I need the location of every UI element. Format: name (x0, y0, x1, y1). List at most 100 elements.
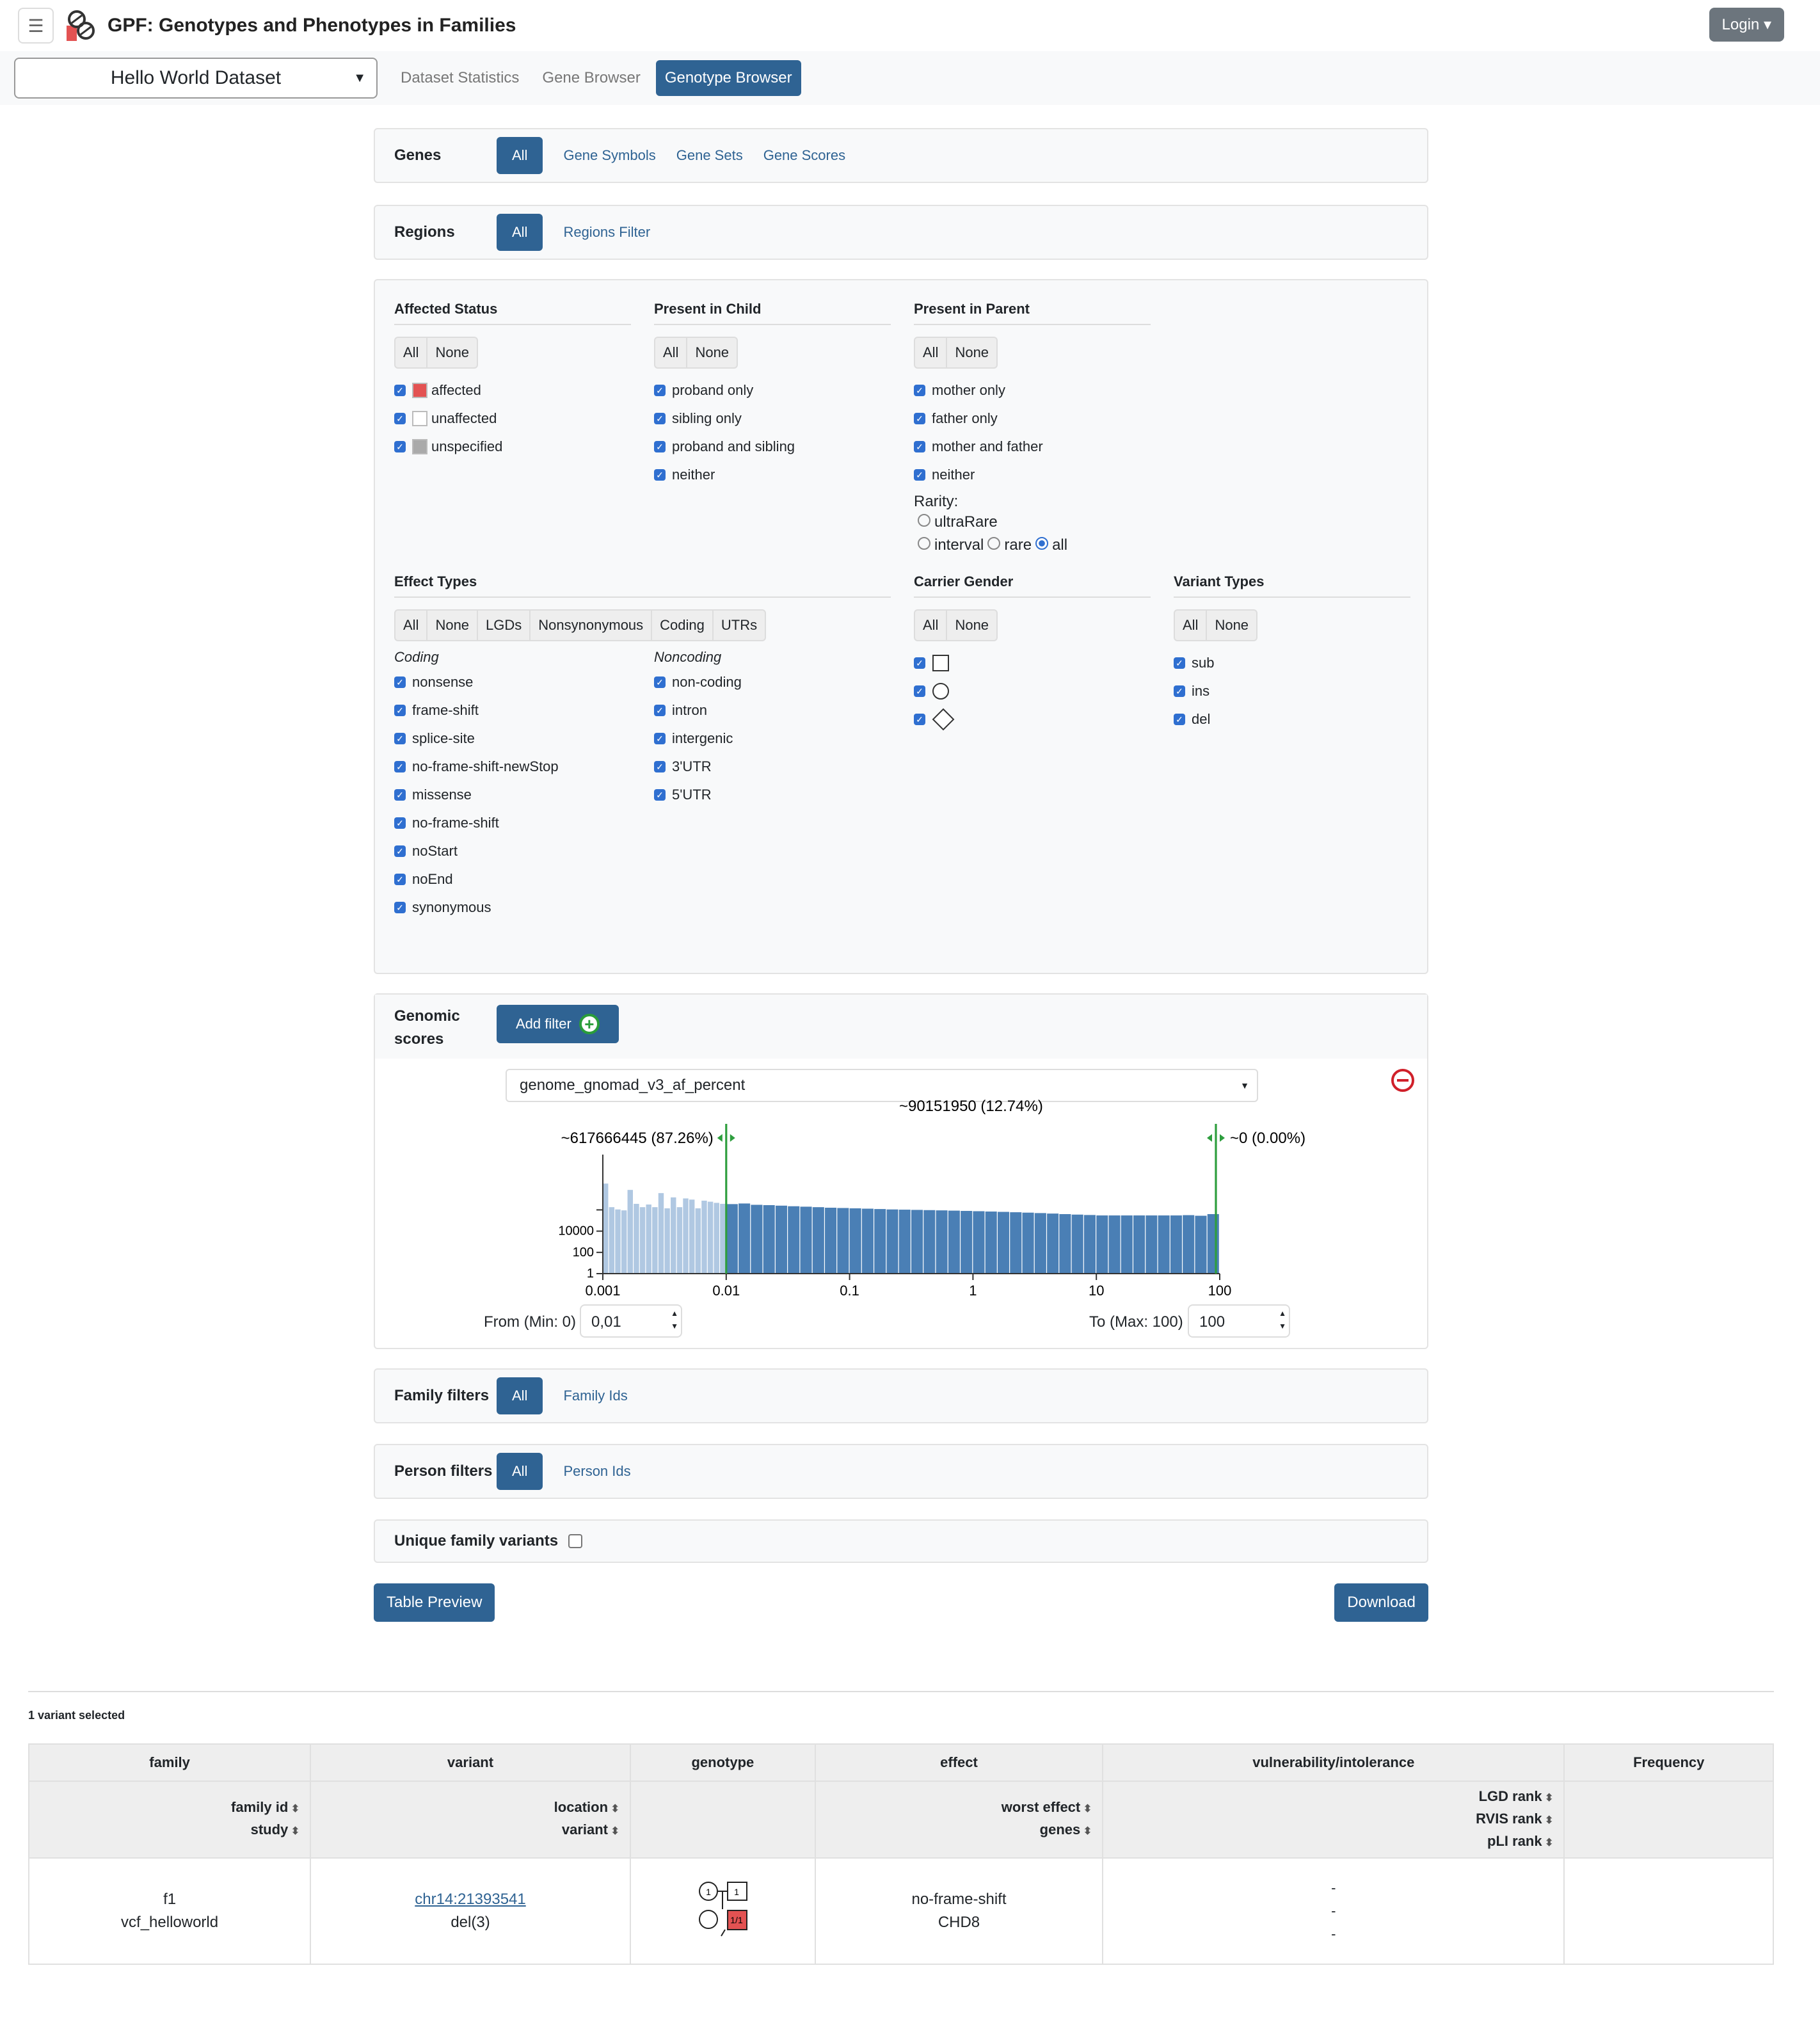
checkbox-checked-icon[interactable]: ✓ (394, 705, 406, 716)
to-input[interactable]: 100 ▲ ▼ (1188, 1304, 1290, 1338)
checkbox-item[interactable]: ✓ del (1174, 705, 1410, 733)
tab-genotype-browser[interactable]: Genotype Browser (655, 60, 801, 96)
checkbox-item[interactable]: ✓ splice-site (394, 724, 654, 753)
checkbox-checked-icon[interactable]: ✓ (394, 789, 406, 801)
handle-right-arrow-icon[interactable] (1220, 1134, 1225, 1142)
checkbox-checked-icon[interactable]: ✓ (1174, 714, 1185, 725)
sort-column[interactable]: genes ⬍ (817, 1820, 1092, 1842)
tab-gene-sets[interactable]: Gene Sets (676, 147, 743, 164)
checkbox-item[interactable]: ✓ noEnd (394, 865, 654, 893)
score-histogram[interactable]: 0.001 0.01 0.1 1 10 100 1 100 10000 ~617666445 (8… (541, 1098, 1305, 1299)
gender-male[interactable]: ✓ (914, 649, 1151, 677)
checkbox-item[interactable]: ✓ synonymous (394, 893, 654, 922)
tab-person-ids[interactable]: Person Ids (563, 1463, 630, 1480)
tab-gene-browser[interactable]: Gene Browser (542, 69, 640, 87)
sort-column[interactable]: variant ⬍ (312, 1820, 619, 1842)
checkbox-item[interactable]: ✓ unaffected (394, 404, 631, 433)
sort-column[interactable]: LGD rank ⬍ (1105, 1786, 1554, 1809)
gender-unspecified[interactable]: ✓ (914, 705, 1151, 733)
checkbox-checked-icon[interactable]: ✓ (394, 413, 406, 424)
checkbox-checked-icon[interactable]: ✓ (914, 413, 925, 424)
checkbox-item[interactable]: ✓ proband only (654, 376, 891, 404)
checkbox-checked-icon[interactable]: ✓ (654, 385, 666, 396)
all-button[interactable]: All (395, 338, 428, 367)
sort-column[interactable]: study ⬍ (31, 1820, 300, 1842)
table-preview-button[interactable]: Table Preview (374, 1583, 495, 1622)
effect-preset-button[interactable]: All (395, 611, 428, 640)
checkbox-item[interactable]: ✓ unspecified (394, 433, 631, 461)
none-button[interactable]: None (947, 338, 996, 367)
location-link[interactable]: chr14:21393541 (415, 1891, 525, 1908)
checkbox-checked-icon[interactable]: ✓ (654, 761, 666, 772)
all-button[interactable]: All (915, 338, 948, 367)
gender-female[interactable]: ✓ (914, 677, 1151, 705)
remove-filter-icon[interactable] (1391, 1069, 1414, 1092)
unique-checkbox[interactable] (568, 1534, 583, 1548)
checkbox-checked-icon[interactable]: ✓ (1174, 685, 1185, 697)
checkbox-checked-icon[interactable]: ✓ (394, 733, 406, 744)
checkbox-checked-icon[interactable]: ✓ (654, 789, 666, 801)
checkbox-checked-icon[interactable]: ✓ (654, 413, 666, 424)
checkbox-item[interactable]: ✓ frame-shift (394, 696, 654, 724)
score-select[interactable]: genome_gnomad_v3_af_percent ▼ (506, 1069, 1258, 1102)
all-button[interactable]: All (915, 611, 948, 640)
checkbox-checked-icon[interactable]: ✓ (654, 441, 666, 452)
none-button[interactable]: None (1207, 611, 1256, 640)
genes-all-tab[interactable]: All (497, 137, 543, 174)
download-button[interactable]: Download (1334, 1583, 1428, 1622)
checkbox-checked-icon[interactable]: ✓ (394, 441, 406, 452)
sort-column[interactable]: RVIS rank ⬍ (1105, 1809, 1553, 1831)
checkbox-checked-icon[interactable]: ✓ (914, 385, 925, 396)
checkbox-item[interactable]: ✓ ins (1174, 677, 1410, 705)
none-button[interactable]: None (427, 338, 477, 367)
checkbox-item[interactable]: ✓ no-frame-shift (394, 809, 654, 837)
stepper-icon[interactable]: ▲ ▼ (671, 1307, 678, 1333)
checkbox-checked-icon[interactable]: ✓ (914, 469, 925, 481)
sort-column[interactable]: pLI rank ⬍ (1105, 1831, 1553, 1853)
person-all-tab[interactable]: All (497, 1453, 543, 1490)
checkbox-checked-icon[interactable]: ✓ (394, 761, 406, 772)
checkbox-item[interactable]: ✓ intron (654, 696, 742, 724)
checkbox-item[interactable]: ✓ missense (394, 781, 654, 809)
tab-gene-scores[interactable]: Gene Scores (763, 147, 845, 164)
checkbox-checked-icon[interactable]: ✓ (914, 441, 925, 452)
checkbox-checked-icon[interactable]: ✓ (654, 705, 666, 716)
radio-all[interactable] (1035, 537, 1049, 550)
effect-preset-button[interactable]: LGDs (478, 611, 531, 640)
checkbox-item[interactable]: ✓ proband and sibling (654, 433, 891, 461)
checkbox-item[interactable]: ✓ 5'UTR (654, 781, 742, 809)
effect-preset-button[interactable]: UTRs (714, 611, 765, 640)
checkbox-item[interactable]: ✓ mother and father (914, 433, 1151, 461)
checkbox-item[interactable]: ✓ nonsense (394, 668, 654, 696)
from-input[interactable]: 0,01 ▲ ▼ (580, 1304, 682, 1338)
checkbox-checked-icon[interactable]: ✓ (394, 902, 406, 913)
sort-column[interactable]: worst effect ⬍ (817, 1797, 1092, 1820)
login-button[interactable]: Login ▾ (1709, 8, 1784, 42)
checkbox-item[interactable]: ✓ affected (394, 376, 631, 404)
checkbox-item[interactable]: ✓ sibling only (654, 404, 891, 433)
dataset-select[interactable]: Hello World Dataset ▼ (14, 58, 378, 99)
tab-gene-symbols[interactable]: Gene Symbols (563, 147, 655, 164)
checkbox-checked-icon[interactable]: ✓ (394, 845, 406, 857)
effect-preset-button[interactable]: Coding (652, 611, 714, 640)
checkbox-item[interactable]: ✓ intergenic (654, 724, 742, 753)
handle-right-arrow-icon[interactable] (730, 1134, 735, 1142)
add-filter-button[interactable]: Add filter + (497, 1005, 619, 1043)
tab-regions-filter[interactable]: Regions Filter (563, 224, 650, 241)
hamburger-icon[interactable]: ☰ (18, 8, 54, 44)
checkbox-item[interactable]: ✓ 3'UTR (654, 753, 742, 781)
checkbox-checked-icon[interactable]: ✓ (1174, 657, 1185, 669)
checkbox-checked-icon[interactable]: ✓ (394, 874, 406, 885)
checkbox-checked-icon[interactable]: ✓ (654, 676, 666, 688)
checkbox-checked-icon[interactable]: ✓ (394, 676, 406, 688)
checkbox-item[interactable]: ✓ noStart (394, 837, 654, 865)
none-button[interactable]: None (687, 338, 737, 367)
effect-preset-button[interactable]: Nonsynonymous (531, 611, 653, 640)
checkbox-item[interactable]: ✓ mother only (914, 376, 1151, 404)
checkbox-item[interactable]: ✓ neither (914, 461, 1151, 489)
checkbox-item[interactable]: ✓ father only (914, 404, 1151, 433)
checkbox-checked-icon[interactable]: ✓ (394, 817, 406, 829)
none-button[interactable]: None (947, 611, 996, 640)
sort-column[interactable]: location ⬍ (312, 1797, 619, 1820)
radio-ultraRare[interactable] (918, 514, 930, 527)
